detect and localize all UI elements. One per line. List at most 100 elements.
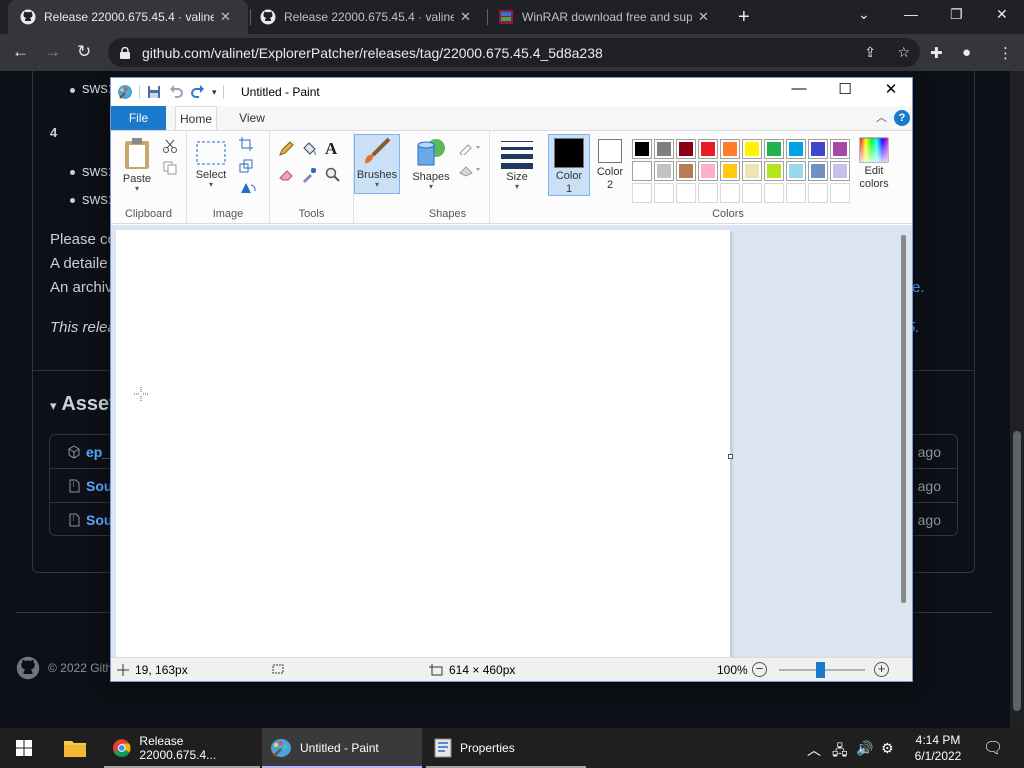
github-logo-icon[interactable] <box>16 656 40 680</box>
system-clock[interactable]: 4:14 PM 6/1/2022 <box>906 732 970 764</box>
fill-bucket-icon[interactable] <box>301 141 317 157</box>
palette-swatch[interactable] <box>742 139 762 159</box>
color-picker-icon[interactable] <box>301 167 317 183</box>
drawing-canvas[interactable] <box>116 230 730 658</box>
custom-color-slot[interactable] <box>720 183 740 203</box>
notifications-icon[interactable]: 🗨 <box>983 738 1003 758</box>
palette-swatch[interactable] <box>654 161 674 181</box>
palette-swatch[interactable] <box>830 139 850 159</box>
forward-button[interactable]: → <box>44 42 61 62</box>
new-tab-button[interactable]: + <box>738 6 750 29</box>
paint-minimize-button[interactable]: — <box>776 80 822 97</box>
canvas-resize-handle-right[interactable] <box>728 454 733 459</box>
paint-app-icon[interactable] <box>117 84 133 100</box>
custom-color-slot[interactable] <box>830 183 850 203</box>
volume-icon[interactable]: 🔊 <box>856 740 873 757</box>
bookmark-star-icon[interactable]: ☆ <box>897 44 910 61</box>
palette-swatch[interactable] <box>808 161 828 181</box>
close-icon[interactable]: ✕ <box>220 9 231 25</box>
tab-view[interactable]: View <box>229 106 275 130</box>
taskbar-paint[interactable]: Untitled - Paint <box>262 728 422 768</box>
tab-home[interactable]: Home <box>175 106 217 130</box>
paint-maximize-button[interactable]: ☐ <box>822 80 868 98</box>
file-explorer-button[interactable] <box>50 728 100 768</box>
start-button[interactable] <box>0 728 48 768</box>
palette-swatch[interactable] <box>632 139 652 159</box>
taskbar-properties[interactable]: Properties <box>426 728 586 768</box>
taskbar-chrome[interactable]: Release 22000.675.4... <box>104 728 260 768</box>
zoom-out-button[interactable]: − <box>752 662 767 677</box>
paint-title-bar[interactable]: ▾ Untitled - Paint — ☐ ✕ <box>111 78 912 106</box>
eraser-icon[interactable] <box>278 167 294 183</box>
page-scrollbar[interactable] <box>1010 71 1024 728</box>
palette-swatch[interactable] <box>720 161 740 181</box>
palette-swatch[interactable] <box>764 161 784 181</box>
browser-tab-2[interactable]: Release 22000.675.45.4 · valinet/E ✕ <box>248 0 488 34</box>
outline-icon[interactable] <box>458 141 482 155</box>
assets-heading[interactable]: ▾ Asset <box>50 393 116 416</box>
custom-color-slot[interactable] <box>764 183 784 203</box>
custom-color-slot[interactable] <box>742 183 762 203</box>
asset-name[interactable]: Sou <box>86 512 112 528</box>
close-icon[interactable]: ✕ <box>698 9 709 25</box>
show-hidden-icons-chevron-icon[interactable]: ︿ <box>807 740 821 760</box>
fill-icon[interactable] <box>458 163 482 177</box>
menu-icon[interactable]: ⋮ <box>998 44 1013 62</box>
address-bar[interactable]: github.com/valinet/ExplorerPatcher/relea… <box>108 38 920 67</box>
customize-qat-icon[interactable]: ▾ <box>212 87 217 98</box>
shapes-button[interactable]: Shapes ▾ <box>410 137 452 191</box>
file-menu-tab[interactable]: File <box>111 106 166 130</box>
extensions-icon[interactable]: ✚ <box>930 44 943 62</box>
zoom-in-button[interactable]: + <box>874 662 889 677</box>
palette-swatch[interactable] <box>676 139 696 159</box>
close-window-button[interactable]: ✕ <box>996 6 1008 23</box>
color-2-button[interactable]: Color 2 <box>594 139 626 192</box>
pencil-icon[interactable] <box>278 141 294 157</box>
palette-swatch[interactable] <box>654 139 674 159</box>
palette-swatch[interactable] <box>720 139 740 159</box>
crop-icon[interactable] <box>239 137 253 151</box>
scrollbar-thumb[interactable] <box>1013 431 1021 711</box>
cut-icon[interactable] <box>163 139 177 153</box>
select-button[interactable]: Select ▾ <box>193 139 229 189</box>
copy-icon[interactable] <box>163 161 177 175</box>
back-button[interactable]: ← <box>12 42 29 62</box>
palette-swatch[interactable] <box>698 139 718 159</box>
palette-swatch[interactable] <box>786 161 806 181</box>
paste-button[interactable]: Paste ▾ <box>119 137 155 193</box>
palette-swatch[interactable] <box>676 161 696 181</box>
asset-name[interactable]: Sou <box>86 478 112 494</box>
color-1-button[interactable]: Color 1 <box>548 134 590 196</box>
edit-colors-button[interactable]: Edit colors <box>854 137 894 191</box>
resize-icon[interactable] <box>239 159 253 173</box>
network-icon[interactable]: 🖧 <box>832 740 848 764</box>
palette-swatch[interactable] <box>786 139 806 159</box>
custom-color-slot[interactable] <box>808 183 828 203</box>
tab-search-icon[interactable]: ⌄ <box>858 6 870 23</box>
canvas-vertical-scrollbar[interactable] <box>901 235 906 603</box>
minimize-button[interactable]: — <box>904 6 918 22</box>
custom-color-slot[interactable] <box>698 183 718 203</box>
brushes-button[interactable]: Brushes ▾ <box>354 134 400 194</box>
undo-icon[interactable] <box>168 84 184 100</box>
custom-color-slot[interactable] <box>632 183 652 203</box>
palette-swatch[interactable] <box>830 161 850 181</box>
palette-swatch[interactable] <box>764 139 784 159</box>
profile-icon[interactable]: ● <box>962 44 971 61</box>
magnifier-icon[interactable] <box>325 167 341 183</box>
redo-icon[interactable] <box>190 84 206 100</box>
restore-button[interactable]: ❐ <box>950 6 963 23</box>
save-icon[interactable] <box>146 84 162 100</box>
help-icon[interactable]: ? <box>894 110 910 126</box>
settings-gear-icon[interactable]: ⚙ <box>881 740 894 757</box>
reload-button[interactable]: ↻ <box>77 42 91 62</box>
custom-color-slot[interactable] <box>786 183 806 203</box>
palette-swatch[interactable] <box>698 161 718 181</box>
browser-tab-3[interactable]: WinRAR download free and supp ✕ <box>486 0 726 34</box>
browser-tab-1[interactable]: Release 22000.675.45.4 · valinet/E ✕ <box>8 0 248 34</box>
close-icon[interactable]: ✕ <box>460 9 471 25</box>
size-button[interactable]: Size ▾ <box>498 139 536 191</box>
custom-color-slot[interactable] <box>654 183 674 203</box>
collapse-ribbon-icon[interactable]: ︿ <box>876 109 887 125</box>
text-tool-icon[interactable]: A <box>325 139 337 159</box>
